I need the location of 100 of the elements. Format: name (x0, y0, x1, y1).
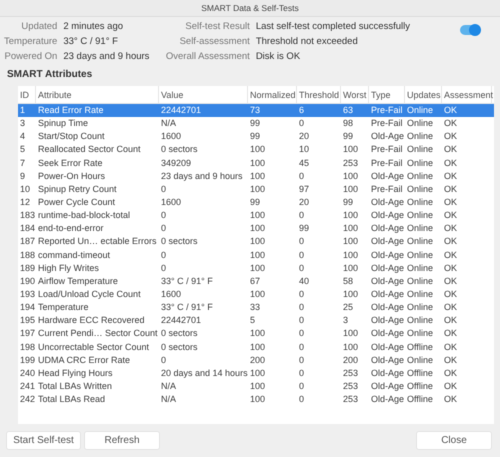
table-cell-text: Online (406, 170, 434, 183)
table-cell-text: 0 sectors (160, 327, 199, 340)
table-cell-text: 100 (249, 248, 266, 262)
table-row[interactable]: 198 Uncorrectable Sector Count 0 sectors 100 0 100 Old-Age Offline OK (18, 340, 494, 354)
table-cell-text: 22442701 (160, 314, 202, 328)
table-cell-text: 100 (342, 143, 360, 156)
table-row[interactable]: 7 Seek Error Rate 349209 100 45 253 Pre-Fail Online OK (18, 156, 494, 170)
table-row[interactable]: 184 end-to-end-error 0 100 99 100 Old-Age Online OK (18, 222, 494, 236)
table-cell-text: Old-Age (370, 288, 405, 301)
table-cell-text: OK (443, 182, 458, 196)
table-cell-text: 0 (298, 366, 306, 380)
table-cell-text: 20 (298, 130, 310, 144)
table-row[interactable]: 188 command-timeout 0 100 0 100 Old-Age Online OK (18, 248, 494, 262)
table-cell-text: 242 (19, 393, 36, 406)
table-cell-text: OK (443, 143, 458, 156)
table-row[interactable]: 195 Hardware ECC Recovered 22442701 5 0 3 Old-Age Online OK (18, 314, 494, 328)
table-row[interactable]: 9 Power-On Hours 23 days and 9 hours 100 0 100 Old-Age Online OK (18, 170, 494, 183)
info-label: Powered On (4, 51, 58, 63)
table-cell-text: 253 (342, 380, 360, 393)
column-header[interactable]: Normalized (248, 86, 297, 103)
table-row[interactable]: 5 Reallocated Sector Count 0 sectors 100 10 100 Pre-Fail Online OK (18, 143, 494, 157)
table-cell-text: OK (443, 314, 458, 328)
table-row[interactable]: 240 Head Flying Hours 20 days and 14 hours 100 0 253 Old-Age Offline OK (18, 366, 494, 380)
table-cell-text: 253 (342, 156, 360, 170)
table-cell-text: Old-Age (370, 301, 405, 314)
column-header[interactable]: ID (18, 86, 36, 103)
table-cell-text: Pre-Fail (370, 143, 404, 156)
info-label: Updated (20, 21, 58, 33)
info-value: 2 minutes ago (63, 21, 124, 33)
table-cell-text: Online (406, 222, 434, 236)
table-cell-text: 12 (19, 196, 32, 209)
table-cell-text: 3 (342, 314, 350, 328)
table-cell-text: Old-Age (370, 393, 405, 406)
table-cell-text: 100 (342, 327, 360, 340)
table-row[interactable]: 4 Start/Stop Count 1600 99 20 99 Old-Age Online OK (18, 130, 494, 144)
table-cell-text: Online (406, 314, 434, 328)
table-cell-text: 63 (342, 104, 354, 117)
table-cell-text: 99 (249, 196, 262, 209)
column-header[interactable]: Type (369, 86, 405, 103)
table-row[interactable]: 241 Total LBAs Written N/A 100 0 253 Old-Age Offline OK (18, 380, 494, 394)
table-cell-text: N/A (160, 117, 178, 130)
table-row[interactable]: 12 Power Cycle Count 1600 99 20 99 Old-Age Online OK (18, 196, 494, 210)
toggle-switch[interactable] (460, 25, 480, 35)
table-cell-text: 33° C / 91° F (160, 274, 214, 288)
table-cell-text: Spinup Time (37, 117, 90, 130)
table-cell-text: 4 (19, 130, 26, 144)
column-header[interactable]: Updates (405, 86, 442, 103)
table-cell-text: 0 (298, 209, 306, 222)
table-cell-text: 253 (342, 366, 360, 380)
start-self-test-button[interactable]: Start Self-test (6, 431, 81, 450)
table-cell-text: 100 (342, 340, 360, 354)
info-label: Temperature (4, 36, 58, 48)
info-value: 23 days and 9 hours (63, 51, 150, 63)
table-cell-text: Total LBAs Read (37, 393, 106, 406)
table-cell-text: 99 (249, 117, 262, 130)
table-cell-text: Total LBAs Written (37, 380, 113, 393)
table-cell-text: 1600 (160, 288, 182, 301)
table-cell-text: OK (443, 117, 458, 130)
table-row[interactable]: 194 Temperature 33° C / 91° F 33 0 25 Old-Age Online OK (18, 301, 494, 314)
table-cell-text: Online (406, 156, 434, 170)
table-cell-text: Old-Age (370, 366, 405, 380)
table-cell-text: 198 (19, 340, 36, 354)
table-cell-text: runtime-bad-block-total (37, 209, 132, 222)
table-cell-text: 23 days and 9 hours (160, 170, 244, 183)
refresh-button[interactable]: Refresh (84, 431, 160, 450)
table-cell-text: 10 (298, 143, 310, 156)
close-button[interactable]: Close (416, 431, 492, 450)
column-header[interactable]: Threshold (297, 86, 341, 103)
table-row[interactable]: 193 Load/Unload Cycle Count 1600 100 0 100 Old-Age Online OK (18, 288, 494, 302)
table-cell-text: Online (406, 143, 434, 156)
column-header[interactable]: Assessment (442, 86, 492, 103)
table-cell-text: 20 days and 14 hours (160, 366, 248, 380)
column-header[interactable]: Value (159, 86, 248, 103)
table-row[interactable]: 1 Read Error Rate 22442701 73 6 63 Pre-Fail Online OK (18, 104, 494, 118)
table-row[interactable]: 199 UDMA CRC Error Rate 0 200 0 200 Old-Age Online OK (18, 354, 494, 367)
table-cell-text: Airflow Temperature (37, 274, 119, 288)
table-cell-text: Start/Stop Count (37, 130, 106, 144)
table-cell-text: 100 (342, 248, 360, 262)
table-cell-text: 193 (19, 288, 36, 301)
table-row[interactable]: 190 Airflow Temperature 33° C / 91° F 67 40 58 Old-Age Online OK (18, 274, 494, 288)
table-row[interactable]: 197 Current Pendi… Sector Count 0 sectors 100 0 100 Old-Age Online OK (18, 327, 494, 341)
column-header[interactable]: Attribute (36, 86, 159, 103)
table-row[interactable]: 189 High Fly Writes 0 100 0 100 Old-Age Online OK (18, 262, 494, 275)
table-row[interactable]: 183 runtime-bad-block-total 0 100 0 100 Old-Age Online OK (18, 209, 494, 222)
table-cell-text: OK (443, 327, 458, 340)
table-cell-text: 0 (298, 235, 306, 248)
table-row[interactable]: 242 Total LBAs Read N/A 100 0 253 Old-Age Offline OK (18, 393, 494, 406)
table-row[interactable]: 10 Spinup Retry Count 0 100 97 100 Pre-Fail Online OK (18, 182, 494, 196)
table-cell-text: Online (406, 301, 434, 314)
table-cell-text: 241 (19, 380, 36, 393)
table-cell-text: 240 (19, 366, 36, 380)
table-cell-text: OK (443, 235, 458, 248)
table-cell-text: 7 (19, 156, 26, 170)
table-cell-text: 25 (342, 301, 354, 314)
table-row[interactable]: 187 Reported Un… ectable Errors 0 sectors 100 0 100 Old-Age Online OK (18, 235, 494, 249)
table-row[interactable]: 3 Spinup Time N/A 99 0 98 Pre-Fail Online OK (18, 117, 494, 130)
table-cell-text: Power-On Hours (37, 170, 106, 183)
section-title: SMART Attributes (7, 69, 94, 81)
table-cell-text: 58 (342, 274, 354, 288)
column-header[interactable]: Worst (341, 86, 369, 103)
